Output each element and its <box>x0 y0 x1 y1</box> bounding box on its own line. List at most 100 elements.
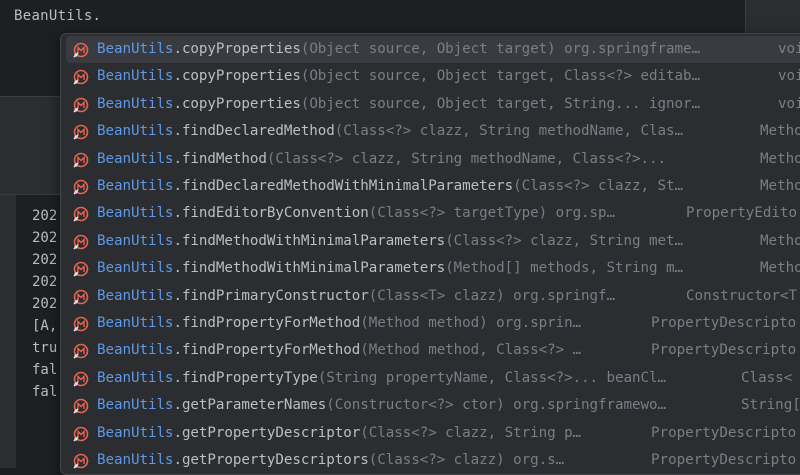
return-type: PropertyEdito <box>686 205 798 222</box>
method-name: copyProperties <box>181 68 301 85</box>
class-name: BeanUtils <box>97 452 174 468</box>
class-name: BeanUtils <box>97 123 174 140</box>
class-name: BeanUtils <box>97 424 174 441</box>
method-icon <box>73 152 89 168</box>
editor-line[interactable]: BeanUtils. <box>0 0 745 36</box>
method-name: findDeclaredMethodWithMinimalParameters <box>181 178 514 194</box>
console-line: 202 <box>32 252 58 268</box>
completion-item-text: BeanUtils.getPropertyDescriptors(Class<?… <box>97 452 565 468</box>
completion-item-text: BeanUtils.copyProperties(Object source, … <box>97 68 700 85</box>
method-name: getPropertyDescriptors <box>181 452 369 468</box>
method-icon <box>73 426 89 442</box>
completion-item[interactable]: BeanUtils.getPropertyDescriptor(Class<?>… <box>66 420 800 447</box>
completion-item[interactable]: BeanUtils.findPrimaryConstructor(Class<T… <box>66 283 800 310</box>
completion-item[interactable]: BeanUtils.findMethod(Class<?> clazz, Str… <box>66 146 800 173</box>
completion-item-text: BeanUtils.copyProperties(Object source, … <box>97 95 700 112</box>
method-icon <box>73 179 89 195</box>
method-signature: (Method[] methods, String m… <box>445 260 683 277</box>
console-gutter <box>0 195 16 468</box>
completion-item-text: BeanUtils.findMethodWithMinimalParameter… <box>97 232 683 249</box>
console-line: 202 <box>32 230 58 246</box>
return-type: Class< <box>741 369 793 386</box>
completion-item[interactable]: BeanUtils.copyProperties(Object source, … <box>66 36 800 63</box>
completion-item-text: BeanUtils.findDeclaredMethod(Class<?> cl… <box>97 123 683 140</box>
completion-item[interactable]: BeanUtils.copyProperties(Object source, … <box>66 63 800 90</box>
class-name: BeanUtils <box>97 287 174 304</box>
class-name: BeanUtils <box>97 68 174 85</box>
return-type: PropertyDescripto <box>651 342 797 359</box>
completion-item-text: BeanUtils.findMethodWithMinimalParameter… <box>97 260 683 277</box>
method-signature: (Class<?> clazz, String p… <box>360 424 582 441</box>
method-name: findDeclaredMethod <box>181 123 335 140</box>
method-signature: (String propertyName, Class<?>... beanCl… <box>317 369 666 386</box>
completion-item[interactable]: BeanUtils.findMethodWithMinimalParameter… <box>66 255 800 282</box>
method-icon <box>73 344 89 359</box>
class-name: BeanUtils <box>97 397 174 414</box>
method-name: findPropertyForMethod <box>181 342 361 359</box>
completion-item[interactable]: BeanUtils.findDeclaredMethodWithMinimalP… <box>66 173 800 200</box>
method-icon <box>73 70 89 85</box>
method-signature: (Class<T> clazz) org.springf… <box>368 287 616 304</box>
class-name: BeanUtils <box>97 178 174 194</box>
completion-item[interactable]: BeanUtils.findEditorByConvention(Class<?… <box>66 200 800 227</box>
method-icon <box>73 453 89 469</box>
method-name: copyProperties <box>181 41 301 57</box>
console-line: 202 <box>32 274 58 290</box>
method-name: findMethod <box>181 150 267 167</box>
method-icon <box>73 289 89 305</box>
return-type: Metho <box>760 232 800 249</box>
method-name: findEditorByConvention <box>181 205 369 222</box>
method-signature: (Object source, Object target) org.sprin… <box>300 41 700 57</box>
right-tool-strip <box>745 0 800 36</box>
return-type: PropertyDescripto <box>651 452 797 468</box>
completion-item[interactable]: BeanUtils.getParameterNames(Constructor<… <box>66 392 800 419</box>
class-name: BeanUtils <box>97 205 174 222</box>
console-line: fal <box>32 384 58 400</box>
method-name: getParameterNames <box>181 397 327 414</box>
method-signature: (Class<?> clazz) org.s… <box>368 452 565 468</box>
method-icon <box>73 97 89 113</box>
completion-item[interactable]: BeanUtils.findPropertyType(String proper… <box>66 365 800 392</box>
completion-item[interactable]: BeanUtils.findDeclaredMethod(Class<?> cl… <box>66 118 800 145</box>
method-signature: (Class<?> clazz, String met… <box>445 232 683 249</box>
completion-item-text: BeanUtils.findPrimaryConstructor(Class<T… <box>97 287 616 304</box>
method-name: findPropertyType <box>181 369 318 386</box>
completion-item[interactable]: BeanUtils.findPropertyForMethod(Method m… <box>66 310 800 337</box>
method-name: copyProperties <box>181 95 301 112</box>
completion-item[interactable]: BeanUtils.copyProperties(Object source, … <box>66 91 800 118</box>
method-name: findPropertyForMethod <box>181 315 361 331</box>
method-name: findMethodWithMinimalParameters <box>181 232 446 249</box>
completion-item[interactable]: BeanUtils.findMethodWithMinimalParameter… <box>66 228 800 255</box>
class-name: BeanUtils <box>97 150 174 167</box>
console-line: 202 <box>32 296 58 312</box>
console-line: tru <box>32 340 58 356</box>
method-signature: (Class<?> clazz, St… <box>513 178 683 194</box>
code-text: BeanUtils. <box>14 8 102 24</box>
completion-item[interactable]: BeanUtils.getPropertyDescriptors(Class<?… <box>66 447 800 474</box>
method-signature: (Object source, Object target, String...… <box>300 95 700 112</box>
method-signature: (Method method) org.sprin… <box>360 315 582 331</box>
completion-item-text: BeanUtils.getParameterNames(Constructor<… <box>97 397 666 414</box>
class-name: BeanUtils <box>97 369 174 386</box>
return-type: PropertyDescripto <box>651 424 797 441</box>
console-line: 202 <box>32 208 58 224</box>
class-name: BeanUtils <box>97 342 174 359</box>
method-icon <box>73 261 89 277</box>
completion-item[interactable]: BeanUtils.findPropertyForMethod(Method m… <box>66 337 800 364</box>
method-icon <box>73 42 89 58</box>
method-name: getPropertyDescriptor <box>181 424 361 441</box>
method-icon <box>73 398 89 414</box>
method-signature: (Class<?> clazz, String methodName, Clas… <box>266 150 666 167</box>
return-type: Metho <box>760 260 800 277</box>
return-type: PropertyDescripto <box>651 315 797 331</box>
console-line: fal <box>32 362 58 378</box>
return-type: voi <box>778 68 800 85</box>
completion-item-text: BeanUtils.findEditorByConvention(Class<?… <box>97 205 616 222</box>
return-type: Constructor<T <box>686 287 798 304</box>
code-completion-popup[interactable]: BeanUtils.copyProperties(Object source, … <box>60 33 800 475</box>
return-type: voi <box>778 41 800 57</box>
return-type: voi <box>778 95 800 112</box>
class-name: BeanUtils <box>97 315 174 331</box>
method-signature: (Object source, Object target, Class<?> … <box>300 68 700 85</box>
method-name: findPrimaryConstructor <box>181 287 369 304</box>
